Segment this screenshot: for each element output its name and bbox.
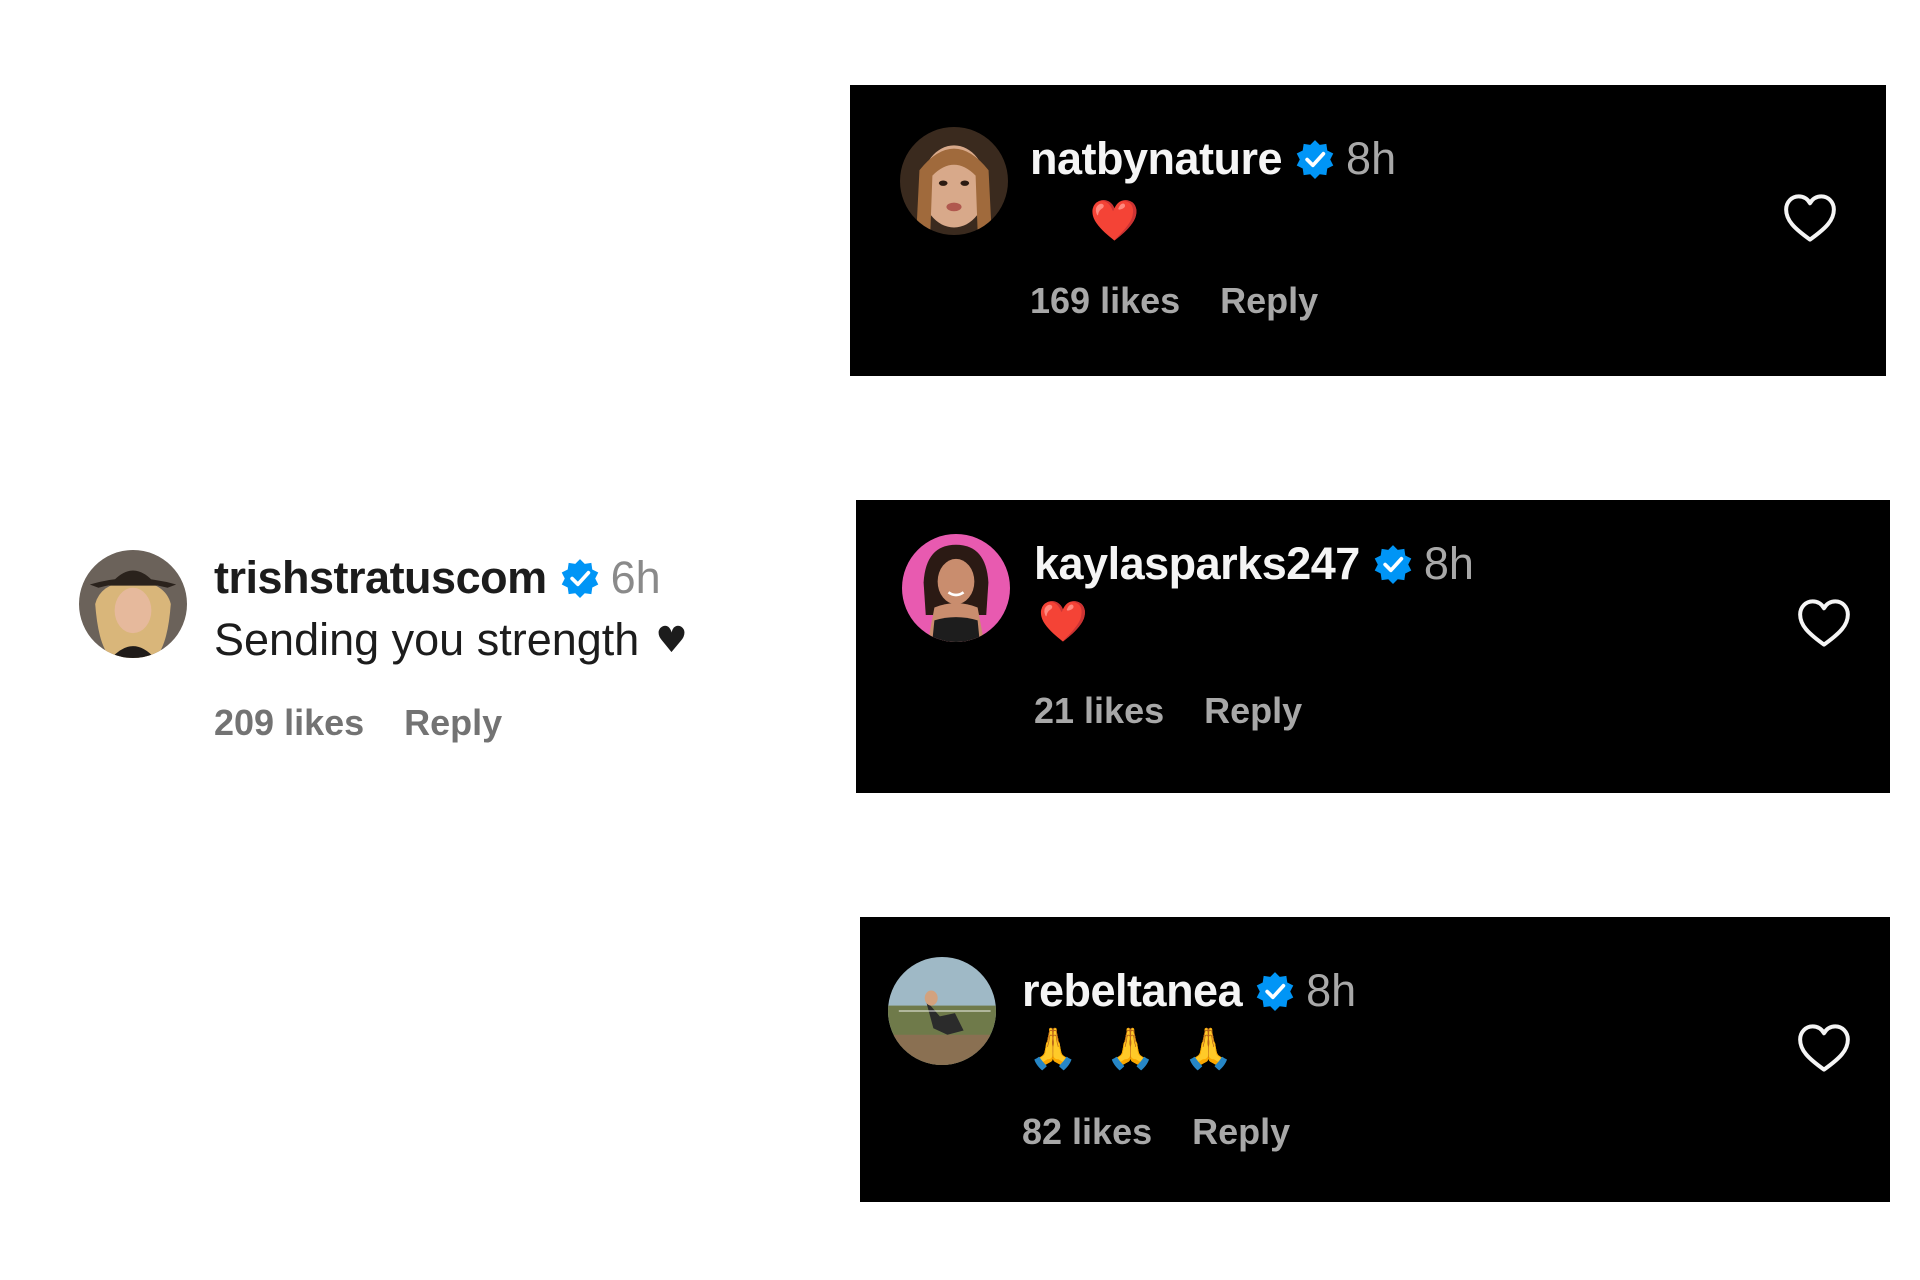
comment-emoji: ❤️ 😢 [1038,598,1144,646]
comment-emoji: 🙏 🙏 🙏 [1028,1025,1233,1072]
black-heart-emoji: ♥ [655,619,688,661]
crying-face-emoji: 😢 [1101,598,1144,645]
comment-header: trishstratuscom 6h [214,552,661,604]
like-button[interactable] [1796,598,1852,648]
reply-button[interactable]: Reply [1220,280,1318,322]
folded-hands-emoji: 🙏 [1183,1026,1234,1072]
avatar-natbynature-image [900,127,1008,235]
heart-outline-icon [1784,194,1836,242]
verified-badge-icon [1294,138,1336,180]
red-heart-emoji: ❤️ [1089,198,1140,244]
reply-button[interactable]: Reply [404,702,502,744]
comment-trishstratuscom: trishstratuscom 6h Sending you strength … [0,540,800,760]
pensive-face-emoji: 😞 [1034,197,1076,244]
comment-actions: 82 likes Reply [1022,1111,1290,1153]
verified-badge-icon [559,557,601,599]
timestamp: 6h [610,552,661,603]
likes-count[interactable]: 21 likes [1034,690,1164,732]
username-link[interactable]: rebeltanea [1022,965,1243,1017]
comment-header: natbynature 8h [1030,133,1396,185]
heart-outline-icon [1798,599,1850,647]
comment-text: Sending you strength [214,614,640,665]
timestamp: 8h [1306,965,1357,1016]
comment-card-rebeltanea: rebeltanea 8h 🙏 🙏 🙏 82 likes Reply [860,917,1890,1202]
like-button[interactable] [1796,1023,1852,1073]
comment-header: kaylasparks247 8h [1034,538,1474,590]
username-link[interactable]: natbynature [1030,133,1283,185]
avatar-rebeltanea-image [888,957,996,1065]
timestamp: 8h [1346,133,1397,184]
verified-badge-icon [1254,970,1296,1012]
avatar[interactable] [888,957,996,1065]
folded-hands-emoji: 🙏 [1028,1026,1078,1072]
avatar[interactable] [900,127,1008,235]
avatar[interactable] [79,550,187,658]
reply-button[interactable]: Reply [1192,1111,1290,1153]
avatar-trishstratuscom-image [79,550,187,658]
reply-button[interactable]: Reply [1204,690,1302,732]
avatar-kaylasparks247-image [902,534,1010,642]
folded-hands-emoji: 🙏 [1105,1026,1156,1072]
timestamp: 8h [1423,538,1474,589]
red-heart-emoji: ❤️ [1038,599,1088,645]
comment-actions: 209 likes Reply [214,702,502,744]
comment-card-kaylasparks247: kaylasparks247 8h ❤️ 😢 21 likes Reply [856,500,1890,793]
heart-outline-icon [1798,1024,1850,1072]
username-link[interactable]: trishstratuscom [214,552,547,604]
comment-card-natbynature: natbynature 8h 😞 ❤️ 169 likes Reply [850,85,1886,376]
comment-text-line: Sending you strength ♥ [214,614,688,666]
likes-count[interactable]: 209 likes [214,702,364,744]
likes-count[interactable]: 82 likes [1022,1111,1152,1153]
comment-actions: 21 likes Reply [1034,690,1302,732]
verified-badge-icon [1372,543,1414,585]
username-link[interactable]: kaylasparks247 [1034,538,1360,590]
comment-emoji: 😞 ❤️ [1034,197,1140,245]
likes-count[interactable]: 169 likes [1030,280,1180,322]
avatar[interactable] [902,534,1010,642]
like-button[interactable] [1782,193,1838,243]
comment-header: rebeltanea 8h [1022,965,1356,1017]
comment-actions: 169 likes Reply [1030,280,1318,322]
